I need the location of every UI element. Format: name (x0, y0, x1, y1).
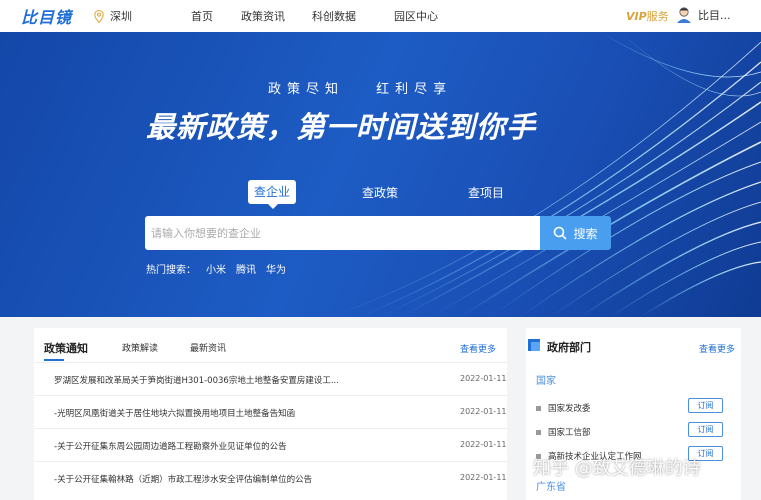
nav-policy-news[interactable]: 政策资讯 (241, 8, 285, 24)
user-menu[interactable]: 比目... (676, 6, 731, 24)
news-title[interactable]: -光明区凤凰街道关于居住地块六拟置换用地项目土地整备告知函 (54, 407, 295, 419)
department-icon (528, 339, 540, 351)
list-item[interactable]: -光明区凤凰街道关于居住地块六拟置换用地项目土地整备告知函 2022-01-11 (34, 395, 507, 428)
news-title[interactable]: -关于公开征集东周公园周边道路工程勘察外业见证单位的公告 (54, 440, 287, 452)
subscribe-button[interactable]: 订阅 (688, 422, 723, 437)
user-name: 比目... (698, 9, 731, 22)
dept-category: 广东省 (536, 482, 566, 493)
slogan-right: 红利尽享 (376, 82, 453, 97)
gov-more-link[interactable]: 查看更多 (699, 342, 735, 355)
hero-slogan: 政策尽知 红利尽享 (268, 78, 452, 97)
watermark: 知乎 @致艾德琳的诗 (533, 458, 701, 479)
dept-name[interactable]: 国家工信部 (548, 426, 591, 438)
list-item: 国家发改委 订阅 (536, 398, 731, 420)
vip-label: VIP (626, 10, 647, 23)
hot-keyword[interactable]: 华为 (266, 261, 286, 276)
hero-light-streaks (329, 32, 761, 317)
vip-suffix: 服务 (646, 10, 669, 23)
news-title[interactable]: -关于公开征集翰林路（近期）市政工程涉水安全评估编制单位的公告 (54, 473, 312, 485)
hero-banner: 政策尽知 红利尽享 最新政策，第一时间送到你手 查企业 查政策 查项目 搜索 热… (0, 32, 761, 317)
search-icon (554, 226, 568, 240)
list-item: 国家工信部 订阅 (536, 422, 731, 444)
search-input[interactable] (145, 216, 540, 250)
nav-home[interactable]: 首页 (191, 8, 213, 24)
tab-search-company[interactable]: 查企业 (248, 180, 296, 209)
news-date: 2022-01-11 (460, 473, 507, 482)
search-button[interactable]: 搜索 (540, 216, 611, 250)
policy-more-link[interactable]: 查看更多 (460, 342, 496, 355)
hot-search-label: 热门搜索： (146, 265, 196, 276)
slogan-left: 政策尽知 (268, 82, 345, 97)
tab-latest-news[interactable]: 最新资讯 (190, 341, 226, 354)
top-header: 比目镜 深圳 首页 政策资讯 科创数据 园区中心 VIP服务 比目... (0, 0, 761, 32)
location-pin-icon (94, 9, 104, 23)
dept-name[interactable]: 国家发改委 (548, 402, 591, 414)
avatar-icon (677, 7, 691, 23)
news-date: 2022-01-11 (460, 407, 507, 416)
list-item[interactable]: -关于公开征集东周公园周边道路工程勘察外业见证单位的公告 2022-01-11 (34, 428, 507, 461)
news-title[interactable]: 罗湖区发展和改革局关于笋岗街道H301-0036宗地土地整备安置房建设工... (54, 374, 339, 386)
list-item[interactable]: -关于公开征集翰林路（近期）市政工程涉水安全评估编制单位的公告 2022-01-… (34, 461, 507, 494)
hot-keyword[interactable]: 腾讯 (236, 261, 256, 276)
logo-text: 比目镜 (21, 8, 73, 27)
active-tab-indicator (44, 359, 64, 361)
location-label: 深圳 (110, 10, 132, 23)
dept-category: 国家 (536, 376, 556, 387)
vip-service-link[interactable]: VIP服务 (626, 8, 669, 24)
gov-panel-title: 政府部门 (547, 341, 591, 354)
list-item[interactable]: 罗湖区发展和改革局关于笋岗街道H301-0036宗地土地整备安置房建设工... … (34, 362, 507, 395)
logo[interactable]: 比目镜 (21, 5, 72, 27)
news-date: 2022-01-11 (460, 440, 507, 449)
policy-panel: 政策通知 政策解读 最新资讯 查看更多 罗湖区发展和改革局关于笋岗街道H301-… (34, 328, 507, 500)
nav-tech-data[interactable]: 科创数据 (312, 8, 356, 24)
tab-search-policy[interactable]: 查政策 (362, 184, 398, 201)
bullet (536, 430, 541, 435)
tab-search-project[interactable]: 查项目 (468, 184, 504, 201)
hot-search: 热门搜索： 小米 腾讯 华为 (146, 261, 286, 276)
location-selector[interactable]: 深圳 (94, 8, 132, 24)
search-button-label: 搜索 (573, 226, 598, 241)
tab-policy-interpretation[interactable]: 政策解读 (122, 341, 158, 354)
hero-headline: 最新政策，第一时间送到你手 (146, 110, 537, 144)
tab-policy-notice[interactable]: 政策通知 (44, 340, 88, 356)
hot-keyword[interactable]: 小米 (206, 261, 226, 276)
news-date: 2022-01-11 (460, 374, 507, 383)
nav-park-center[interactable]: 园区中心 (394, 8, 438, 24)
subscribe-button[interactable]: 订阅 (688, 398, 723, 413)
bullet (536, 406, 541, 411)
